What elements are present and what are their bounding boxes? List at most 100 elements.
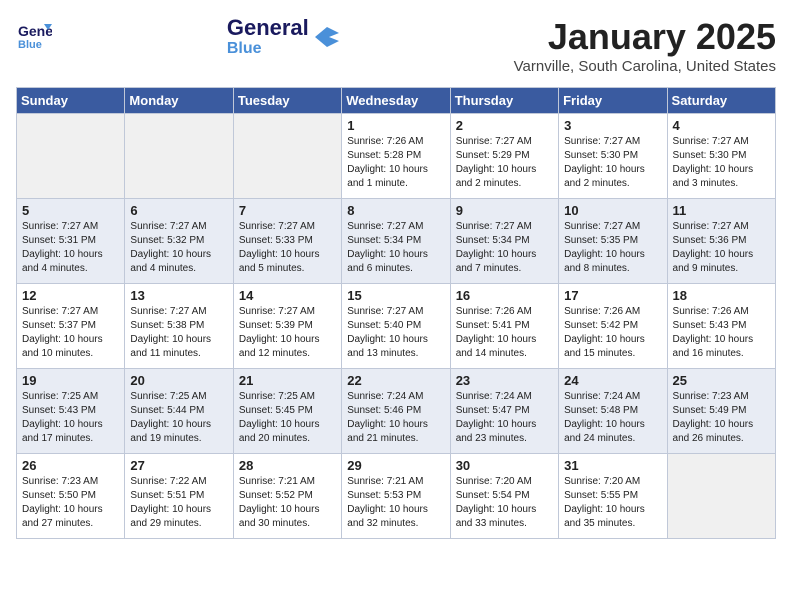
day-info: Sunrise: 7:26 AM Sunset: 5:42 PM Dayligh… [564, 305, 661, 361]
calendar-cell [667, 454, 775, 539]
day-info: Sunrise: 7:27 AM Sunset: 5:40 PM Dayligh… [347, 305, 444, 361]
day-info: Sunrise: 7:21 AM Sunset: 5:53 PM Dayligh… [347, 475, 444, 531]
day-info: Sunrise: 7:22 AM Sunset: 5:51 PM Dayligh… [130, 475, 227, 531]
day-info: Sunrise: 7:25 AM Sunset: 5:43 PM Dayligh… [22, 390, 119, 446]
day-number: 17 [564, 288, 661, 303]
day-number: 28 [239, 458, 336, 473]
day-info: Sunrise: 7:27 AM Sunset: 5:38 PM Dayligh… [130, 305, 227, 361]
calendar-cell: 18 Sunrise: 7:26 AM Sunset: 5:43 PM Dayli… [667, 284, 775, 369]
day-number: 6 [130, 203, 227, 218]
day-number: 25 [673, 373, 770, 388]
calendar-week-row-4: 19 Sunrise: 7:25 AM Sunset: 5:43 PM Dayli… [17, 369, 776, 454]
calendar-cell: 26 Sunrise: 7:23 AM Sunset: 5:50 PM Dayli… [17, 454, 125, 539]
day-number: 9 [456, 203, 553, 218]
calendar-cell: 19 Sunrise: 7:25 AM Sunset: 5:43 PM Dayli… [17, 369, 125, 454]
day-info: Sunrise: 7:26 AM Sunset: 5:43 PM Dayligh… [673, 305, 770, 361]
day-info: Sunrise: 7:27 AM Sunset: 5:34 PM Dayligh… [347, 220, 444, 276]
day-number: 21 [239, 373, 336, 388]
calendar-cell: 20Sunrise: 7:25 AM Sunset: 5:44 PM Dayli… [125, 369, 233, 454]
calendar-cell: 22 Sunrise: 7:24 AM Sunset: 5:46 PM Dayli… [342, 369, 450, 454]
day-number: 27 [130, 458, 227, 473]
logo-bird-icon [315, 27, 339, 47]
day-number: 30 [456, 458, 553, 473]
calendar-cell: 24Sunrise: 7:24 AM Sunset: 5:48 PM Dayli… [559, 369, 667, 454]
calendar-cell: 16 Sunrise: 7:26 AM Sunset: 5:41 PM Dayli… [450, 284, 558, 369]
day-info: Sunrise: 7:24 AM Sunset: 5:48 PM Dayligh… [564, 390, 661, 446]
weekday-header-monday: Monday [125, 88, 233, 114]
logo-icon: General Blue [16, 16, 52, 52]
day-info: Sunrise: 7:27 AM Sunset: 5:37 PM Dayligh… [22, 305, 119, 361]
calendar-week-row-1: 1Sunrise: 7:26 AM Sunset: 5:28 PM Daylig… [17, 114, 776, 199]
day-number: 19 [22, 373, 119, 388]
day-number: 16 [456, 288, 553, 303]
day-number: 14 [239, 288, 336, 303]
weekday-header-tuesday: Tuesday [233, 88, 341, 114]
day-number: 5 [22, 203, 119, 218]
weekday-header-sunday: Sunday [17, 88, 125, 114]
calendar-cell: 27 Sunrise: 7:22 AM Sunset: 5:51 PM Dayli… [125, 454, 233, 539]
day-info: Sunrise: 7:27 AM Sunset: 5:29 PM Dayligh… [456, 135, 553, 191]
calendar-cell: 9 Sunrise: 7:27 AM Sunset: 5:34 PM Daylig… [450, 199, 558, 284]
calendar-cell: 1Sunrise: 7:26 AM Sunset: 5:28 PM Daylig… [342, 114, 450, 199]
day-number: 12 [22, 288, 119, 303]
day-info: Sunrise: 7:27 AM Sunset: 5:36 PM Dayligh… [673, 220, 770, 276]
day-number: 18 [673, 288, 770, 303]
calendar-cell: 6Sunrise: 7:27 AM Sunset: 5:32 PM Daylig… [125, 199, 233, 284]
day-info: Sunrise: 7:27 AM Sunset: 5:35 PM Dayligh… [564, 220, 661, 276]
calendar-week-row-3: 12 Sunrise: 7:27 AM Sunset: 5:37 PM Dayli… [17, 284, 776, 369]
calendar-cell: 2 Sunrise: 7:27 AM Sunset: 5:29 PM Daylig… [450, 114, 558, 199]
day-number: 10 [564, 203, 661, 218]
day-info: Sunrise: 7:24 AM Sunset: 5:46 PM Dayligh… [347, 390, 444, 446]
calendar-cell: 30 Sunrise: 7:20 AM Sunset: 5:54 PM Dayli… [450, 454, 558, 539]
calendar-table: SundayMondayTuesdayWednesdayThursdayFrid… [16, 87, 776, 539]
logo-blue-text: Blue [227, 40, 262, 58]
day-number: 26 [22, 458, 119, 473]
calendar-cell: 14 Sunrise: 7:27 AM Sunset: 5:39 PM Dayli… [233, 284, 341, 369]
day-info: Sunrise: 7:27 AM Sunset: 5:34 PM Dayligh… [456, 220, 553, 276]
day-info: Sunrise: 7:27 AM Sunset: 5:31 PM Dayligh… [22, 220, 119, 276]
day-info: Sunrise: 7:25 AM Sunset: 5:44 PM Dayligh… [130, 390, 227, 446]
day-number: 3 [564, 118, 661, 133]
day-number: 11 [673, 203, 770, 218]
calendar-cell: 29 Sunrise: 7:21 AM Sunset: 5:53 PM Dayli… [342, 454, 450, 539]
day-number: 4 [673, 118, 770, 133]
calendar-cell: 5 Sunrise: 7:27 AM Sunset: 5:31 PM Daylig… [17, 199, 125, 284]
day-number: 29 [347, 458, 444, 473]
calendar-cell: 12 Sunrise: 7:27 AM Sunset: 5:37 PM Dayli… [17, 284, 125, 369]
weekday-header-thursday: Thursday [450, 88, 558, 114]
day-number: 7 [239, 203, 336, 218]
day-number: 31 [564, 458, 661, 473]
page-header: General Blue General Blue January 2025 V… [16, 16, 776, 75]
calendar-cell: 10 Sunrise: 7:27 AM Sunset: 5:35 PM Dayli… [559, 199, 667, 284]
day-info: Sunrise: 7:20 AM Sunset: 5:55 PM Dayligh… [564, 475, 661, 531]
day-number: 2 [456, 118, 553, 133]
day-info: Sunrise: 7:24 AM Sunset: 5:47 PM Dayligh… [456, 390, 553, 446]
month-title: January 2025 [514, 16, 776, 58]
calendar-cell [125, 114, 233, 199]
day-number: 8 [347, 203, 444, 218]
svg-text:Blue: Blue [18, 39, 42, 51]
calendar-cell: 8 Sunrise: 7:27 AM Sunset: 5:34 PM Daylig… [342, 199, 450, 284]
day-info: Sunrise: 7:27 AM Sunset: 5:33 PM Dayligh… [239, 220, 336, 276]
calendar-cell [233, 114, 341, 199]
calendar-cell: 4Sunrise: 7:27 AM Sunset: 5:30 PM Daylig… [667, 114, 775, 199]
day-info: Sunrise: 7:26 AM Sunset: 5:41 PM Dayligh… [456, 305, 553, 361]
location: Varnville, South Carolina, United States [514, 58, 776, 75]
day-info: Sunrise: 7:20 AM Sunset: 5:54 PM Dayligh… [456, 475, 553, 531]
day-number: 15 [347, 288, 444, 303]
day-number: 22 [347, 373, 444, 388]
calendar-cell: 3 Sunrise: 7:27 AM Sunset: 5:30 PM Daylig… [559, 114, 667, 199]
day-info: Sunrise: 7:21 AM Sunset: 5:52 PM Dayligh… [239, 475, 336, 531]
day-info: Sunrise: 7:26 AM Sunset: 5:28 PM Dayligh… [347, 135, 444, 191]
calendar-cell: 25 Sunrise: 7:23 AM Sunset: 5:49 PM Dayli… [667, 369, 775, 454]
calendar-cell: 21Sunrise: 7:25 AM Sunset: 5:45 PM Dayli… [233, 369, 341, 454]
weekday-header-wednesday: Wednesday [342, 88, 450, 114]
day-info: Sunrise: 7:23 AM Sunset: 5:50 PM Dayligh… [22, 475, 119, 531]
day-info: Sunrise: 7:23 AM Sunset: 5:49 PM Dayligh… [673, 390, 770, 446]
calendar-cell: 11 Sunrise: 7:27 AM Sunset: 5:36 PM Dayli… [667, 199, 775, 284]
day-number: 13 [130, 288, 227, 303]
day-info: Sunrise: 7:27 AM Sunset: 5:39 PM Dayligh… [239, 305, 336, 361]
day-info: Sunrise: 7:27 AM Sunset: 5:30 PM Dayligh… [564, 135, 661, 191]
calendar-cell [17, 114, 125, 199]
calendar-cell: 28 Sunrise: 7:21 AM Sunset: 5:52 PM Dayli… [233, 454, 341, 539]
